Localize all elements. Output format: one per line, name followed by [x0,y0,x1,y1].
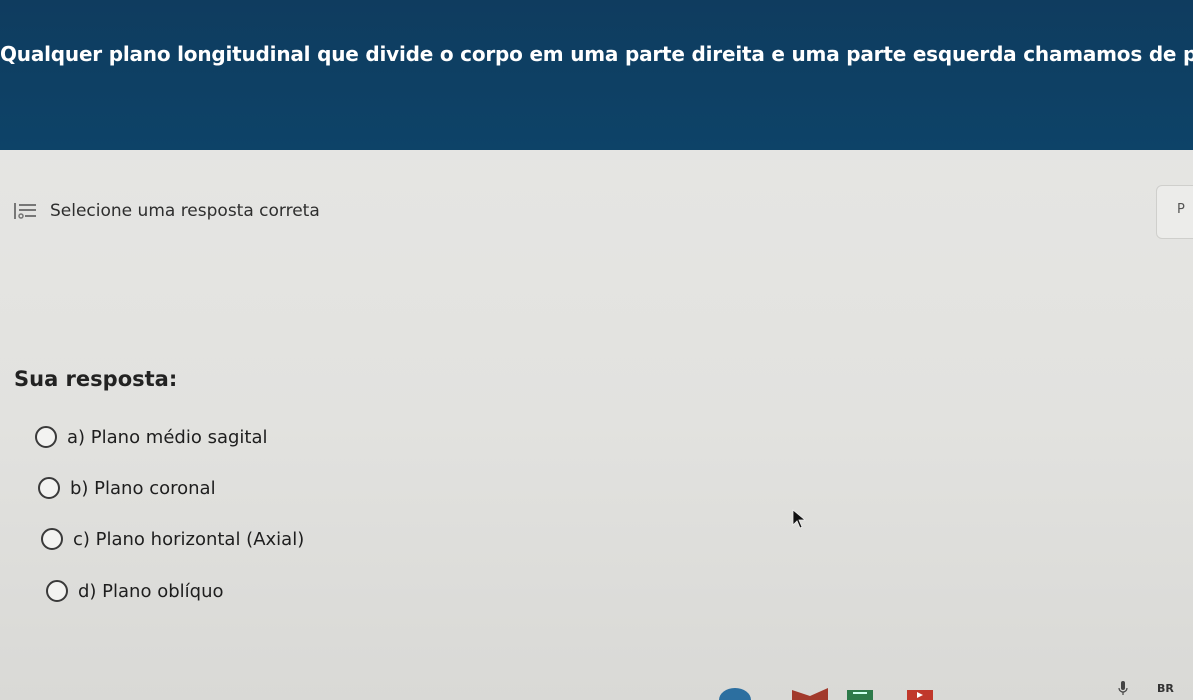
taskbar-app-icon[interactable] [715,684,755,700]
radio-button-a[interactable] [35,426,57,448]
option-c-label: c) Plano horizontal (Axial) [73,528,305,550]
option-b-label: b) Plano coronal [70,477,216,499]
option-a-label: a) Plano médio sagital [67,426,268,448]
side-panel-tab[interactable]: P [1156,185,1193,239]
option-b[interactable]: b) Plano coronal [38,477,216,499]
list-select-icon [14,203,36,219]
taskbar-app-icon[interactable] [845,684,875,700]
radio-button-d[interactable] [46,580,68,602]
instruction-text: Selecione uma resposta correta [50,201,320,221]
question-header: Qualquer plano longitudinal que divide o… [0,0,1193,150]
option-d[interactable]: d) Plano oblíquo [46,580,224,602]
option-d-label: d) Plano oblíquo [78,580,224,602]
answer-title: Sua resposta: [14,367,178,391]
instruction-row: Selecione uma resposta correta [14,196,320,226]
microphone-icon[interactable] [1118,680,1128,696]
question-text: Qualquer plano longitudinal que divide o… [0,42,1193,66]
option-c[interactable]: c) Plano horizontal (Axial) [41,528,304,550]
taskbar-app-icon[interactable] [790,684,830,700]
taskbar-app-icon[interactable] [905,684,935,700]
mouse-cursor-icon [792,509,806,529]
radio-button-b[interactable] [38,477,60,499]
side-panel-tab-label: P [1177,202,1185,217]
radio-button-c[interactable] [41,528,63,550]
taskbar: BR [0,672,1193,700]
option-a[interactable]: a) Plano médio sagital [35,426,268,448]
language-indicator[interactable]: BR [1157,682,1174,695]
quiz-page: Qualquer plano longitudinal que divide o… [0,0,1193,700]
